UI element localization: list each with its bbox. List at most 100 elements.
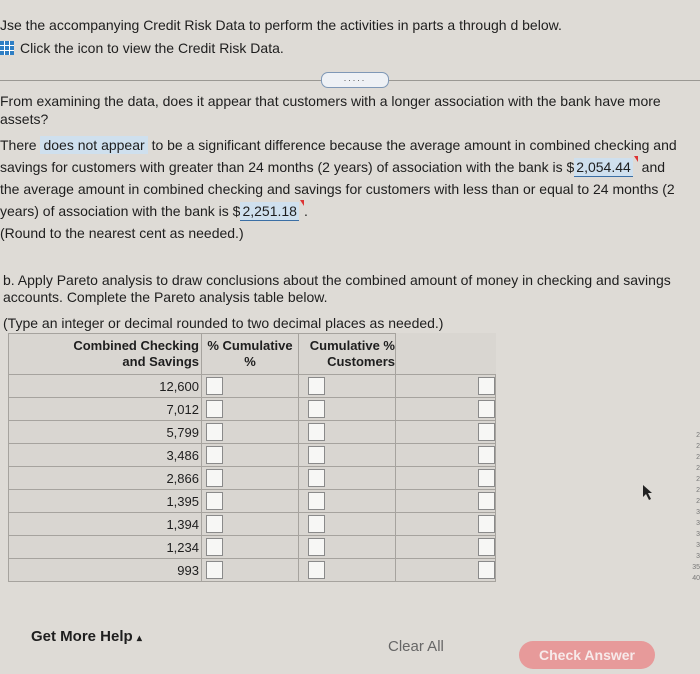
side-number: 35 bbox=[692, 564, 700, 571]
table-row: 2,866 bbox=[8, 466, 496, 490]
input-cell bbox=[395, 512, 496, 536]
side-numbers: 2 2 2 2 2 2 2 3 3 3 3 3 35 40 bbox=[686, 430, 700, 584]
side-number: 3 bbox=[696, 531, 700, 538]
header-combined: Combined Checking and Savings bbox=[8, 333, 202, 375]
incorrect-flag-icon bbox=[633, 156, 638, 162]
cumulative-percent-input[interactable] bbox=[308, 515, 325, 533]
cumulative-percent-input[interactable] bbox=[308, 561, 325, 579]
table-row: 1,234 bbox=[8, 535, 496, 559]
value-over-24-input[interactable]: 2,054.44 bbox=[574, 158, 633, 177]
amount-cell: 1,394 bbox=[8, 512, 202, 536]
value-under-24-input[interactable]: 2,251.18 bbox=[240, 202, 299, 221]
cumulative-percent-input[interactable] bbox=[308, 469, 325, 487]
percent-input[interactable] bbox=[206, 469, 223, 487]
table-body: 12,600 7,012 5,799 3,486 2,866 1,395 1,394 1,23… bbox=[8, 374, 496, 582]
data-table-icon[interactable] bbox=[0, 41, 14, 55]
cumulative-percent-input[interactable] bbox=[308, 492, 325, 510]
cumulative-customers-input[interactable] bbox=[478, 400, 495, 418]
input-cell bbox=[201, 535, 299, 559]
cumulative-percent-input[interactable] bbox=[308, 538, 325, 556]
part-a-question: From examining the data, does it appear … bbox=[0, 92, 661, 128]
cumulative-customers-input[interactable] bbox=[478, 515, 495, 533]
input-cell bbox=[298, 489, 396, 513]
part-b-line1: b. Apply Pareto analysis to draw conclus… bbox=[3, 272, 671, 288]
percent-input[interactable] bbox=[206, 400, 223, 418]
percent-input[interactable] bbox=[206, 561, 223, 579]
input-cell bbox=[395, 489, 496, 513]
amount-cell: 3,486 bbox=[8, 443, 202, 467]
input-cell bbox=[395, 374, 496, 398]
amount-cell: 5,799 bbox=[8, 420, 202, 444]
cumulative-percent-input[interactable] bbox=[308, 400, 325, 418]
check-answer-button[interactable]: Check Answer bbox=[519, 641, 655, 669]
input-cell bbox=[298, 466, 396, 490]
instructions-intro: Jse the accompanying Credit Risk Data to… bbox=[0, 17, 562, 33]
input-cell bbox=[395, 420, 496, 444]
percent-input[interactable] bbox=[206, 423, 223, 441]
caret-up-icon: ▴ bbox=[136, 633, 142, 644]
data-link[interactable]: Click the icon to view the Credit Risk D… bbox=[0, 40, 284, 56]
round-note: (Round to the nearest cent as needed.) bbox=[0, 225, 244, 241]
cumulative-customers-input[interactable] bbox=[478, 377, 495, 395]
percent-input[interactable] bbox=[206, 538, 223, 556]
input-cell bbox=[201, 489, 299, 513]
get-more-help-label: Get More Help bbox=[31, 628, 133, 645]
side-number: 2 bbox=[696, 498, 700, 505]
get-more-help[interactable]: Get More Help ▴ bbox=[31, 628, 142, 645]
percent-input[interactable] bbox=[206, 515, 223, 533]
cumulative-customers-input[interactable] bbox=[478, 538, 495, 556]
side-number: 3 bbox=[696, 520, 700, 527]
input-cell bbox=[201, 443, 299, 467]
input-cell bbox=[298, 512, 396, 536]
cumulative-customers-input[interactable] bbox=[478, 446, 495, 464]
amount-cell: 1,395 bbox=[8, 489, 202, 513]
side-number: 2 bbox=[696, 454, 700, 461]
percent-input[interactable] bbox=[206, 492, 223, 510]
answer-text-2-end: and bbox=[641, 159, 666, 175]
cumulative-customers-input[interactable] bbox=[478, 469, 495, 487]
input-cell bbox=[298, 535, 396, 559]
table-row: 1,394 bbox=[8, 512, 496, 536]
percent-input[interactable] bbox=[206, 446, 223, 464]
amount-cell: 993 bbox=[8, 558, 202, 582]
cumulative-customers-input[interactable] bbox=[478, 492, 495, 510]
amount-cell: 7,012 bbox=[8, 397, 202, 421]
cumulative-percent-input[interactable] bbox=[308, 446, 325, 464]
answer-prefix: There bbox=[0, 137, 37, 153]
expand-button[interactable]: ..... bbox=[321, 72, 389, 88]
table-row: 7,012 bbox=[8, 397, 496, 421]
table-row: 12,600 bbox=[8, 374, 496, 398]
percent-input[interactable] bbox=[206, 377, 223, 395]
input-cell bbox=[298, 397, 396, 421]
cumulative-customers-input[interactable] bbox=[478, 423, 495, 441]
answer-text-3: the average amount in combined checking … bbox=[0, 181, 675, 197]
part-a-answer: There does not appear to be a significan… bbox=[0, 134, 677, 244]
answer-text-2: savings for customers with greater than … bbox=[0, 159, 575, 175]
table-row: 3,486 bbox=[8, 443, 496, 467]
cursor-pointer-icon bbox=[643, 485, 652, 500]
input-cell bbox=[201, 397, 299, 421]
table-header-row: Combined Checking and Savings % Cumulati… bbox=[8, 333, 496, 375]
cumulative-customers-input[interactable] bbox=[478, 561, 495, 579]
input-cell bbox=[201, 374, 299, 398]
part-a-question-line2: assets? bbox=[0, 111, 49, 127]
table-row: 993 bbox=[8, 558, 496, 582]
header-cumulative-customers: Cumulative % Customers bbox=[298, 333, 396, 375]
input-cell bbox=[395, 558, 496, 582]
answer-choice-dropdown[interactable]: does not appear bbox=[40, 136, 148, 154]
cumulative-percent-input[interactable] bbox=[308, 377, 325, 395]
side-number: 3 bbox=[696, 553, 700, 560]
pareto-table: Combined Checking and Savings % Cumulati… bbox=[8, 333, 496, 582]
cumulative-percent-input[interactable] bbox=[308, 423, 325, 441]
amount-cell: 1,234 bbox=[8, 535, 202, 559]
input-cell bbox=[298, 374, 396, 398]
input-cell bbox=[395, 466, 496, 490]
input-cell bbox=[395, 397, 496, 421]
amount-cell: 12,600 bbox=[8, 374, 202, 398]
answer-text-1: to be a significant difference because t… bbox=[151, 137, 677, 153]
clear-all-button[interactable]: Clear All bbox=[388, 638, 444, 655]
part-a-question-line1: From examining the data, does it appear … bbox=[0, 93, 661, 109]
side-number: 2 bbox=[696, 432, 700, 439]
input-cell bbox=[201, 466, 299, 490]
side-number: 40 bbox=[692, 575, 700, 582]
